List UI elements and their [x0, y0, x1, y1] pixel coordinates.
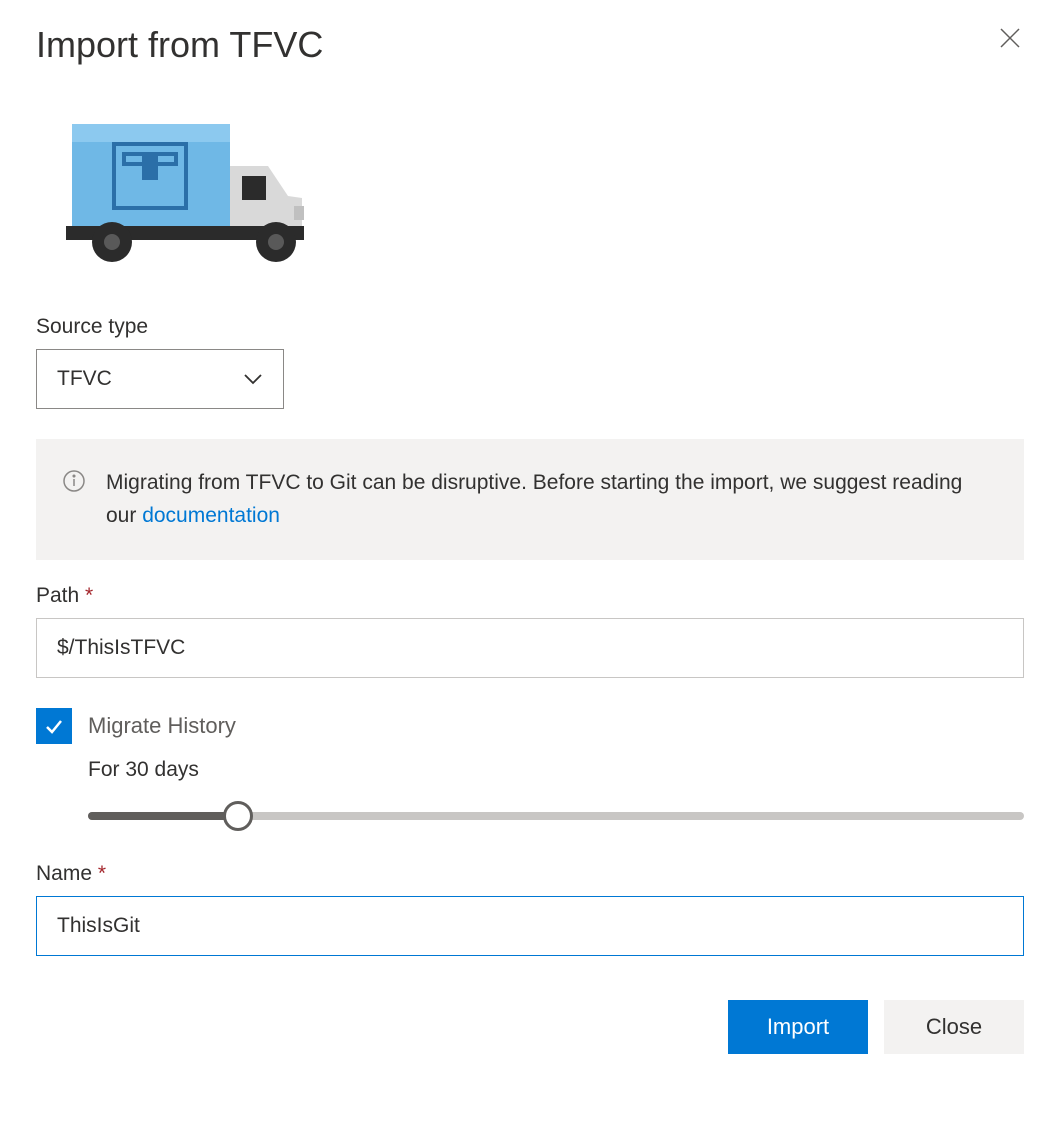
slider-thumb[interactable]: [223, 801, 253, 831]
migrate-history-label: Migrate History: [88, 713, 236, 739]
chevron-down-icon: [243, 367, 263, 391]
migrate-history-checkbox[interactable]: [36, 708, 72, 744]
history-days-label: For 30 days: [88, 758, 1024, 782]
source-type-dropdown[interactable]: TFVC: [36, 349, 284, 409]
history-days-slider[interactable]: [88, 800, 1024, 832]
truck-illustration-icon: [36, 122, 1024, 267]
close-button[interactable]: Close: [884, 1000, 1024, 1054]
info-banner: Migrating from TFVC to Git can be disrup…: [36, 439, 1024, 560]
info-icon: [62, 469, 86, 498]
path-label: Path *: [36, 584, 1024, 608]
import-button[interactable]: Import: [728, 1000, 868, 1054]
close-icon[interactable]: [996, 24, 1024, 52]
source-type-label: Source type: [36, 315, 1024, 339]
dialog-title: Import from TFVC: [36, 24, 323, 66]
source-type-value: TFVC: [57, 367, 112, 391]
path-input[interactable]: [36, 618, 1024, 678]
name-input[interactable]: [36, 896, 1024, 956]
documentation-link[interactable]: documentation: [142, 504, 280, 527]
info-text: Migrating from TFVC to Git can be disrup…: [106, 467, 998, 532]
name-label: Name *: [36, 862, 1024, 886]
